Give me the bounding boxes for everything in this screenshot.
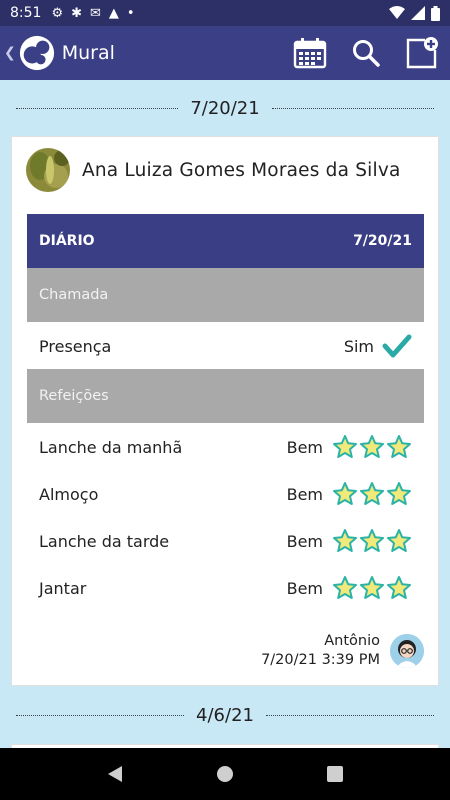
system-nav-bar [0,748,450,800]
status-bar: 8:51 ⚙ ✱ ✉ ▲ • [0,0,450,26]
home-circle-icon [217,766,233,782]
section-chamada: Chamada [27,268,424,322]
section-label: Refeições [39,388,109,404]
meal-row: Lanche da tarde Bem [27,518,424,564]
star-icon [387,529,411,552]
star-icon [387,482,411,505]
attendance-row: Presença Sim [27,323,424,369]
nav-recents-button[interactable] [315,754,355,794]
status-time: 8:51 [10,5,42,21]
back-chevron-icon[interactable]: ❮ [4,45,16,61]
star-icon [387,435,411,458]
diary-header: DIÁRIO 7/20/21 [27,214,424,268]
gear-icon: ⚙ [51,5,64,21]
meal-rating [331,434,412,460]
battery-icon [431,5,440,21]
post-footer: Antônio 7/20/21 3:39 PM [261,632,424,670]
meal-value: Bem [286,531,323,551]
section-refeicoes: Refeições [27,369,424,423]
calendar-icon [293,38,327,69]
meal-value: Bem [286,437,323,457]
meal-row: Lanche da manhã Bem [27,424,424,470]
new-post-icon [406,37,438,69]
meal-rating [331,481,412,507]
star-icon [360,435,384,458]
search-icon [353,40,380,67]
diary-date: 7/20/21 [353,233,412,249]
date-separator-label: 4/6/21 [196,704,254,726]
star-icon [360,529,384,552]
star-icon [360,482,384,505]
meal-value: Bem [286,484,323,504]
new-post-button[interactable] [394,26,450,80]
student-avatar [26,148,70,192]
meal-label: Lanche da manhã [39,437,183,457]
dot-icon: • [126,5,135,21]
diary-title: DIÁRIO [39,233,95,249]
search-button[interactable] [338,26,394,80]
nav-back-button[interactable] [95,754,135,794]
nav-home-button[interactable] [205,754,245,794]
post-timestamp: 7/20/21 3:39 PM [261,652,380,668]
author-avatar [390,634,424,668]
app-bar: ❮ Mural [0,26,450,80]
author-name: Antônio [324,633,380,649]
attendance-value: Sim [343,336,374,356]
accessibility-icon: ✱ [71,5,83,21]
meal-row: Jantar Bem [27,565,424,611]
app-logo-icon[interactable] [18,34,56,72]
date-separator-label: 7/20/21 [190,97,260,119]
signal-icon [411,6,425,20]
meal-label: Lanche da tarde [39,531,170,551]
meal-rating [331,575,412,601]
meal-row: Almoço Bem [27,471,424,517]
calendar-button[interactable] [282,26,338,80]
card-header: Ana Luiza Gomes Moraes da Silva [26,147,401,193]
attendance-label: Presença [39,336,112,356]
star-icon [333,529,357,552]
section-label: Chamada [39,287,109,303]
recents-square-icon [327,766,343,782]
gmail-icon: ✉ [90,5,101,21]
check-icon [382,334,412,358]
diary-card[interactable]: Ana Luiza Gomes Moraes da Silva DIÁRIO 7… [11,136,439,686]
star-icon [387,576,411,599]
meal-label: Jantar [39,578,87,598]
meal-rating [331,528,412,554]
meal-value: Bem [286,578,323,598]
date-separator: 7/20/21 [16,96,435,120]
meal-label: Almoço [39,484,99,504]
back-triangle-icon [108,766,122,782]
star-icon [333,576,357,599]
page-title: Mural [61,42,115,64]
star-icon [333,435,357,458]
wifi-icon [389,6,405,19]
date-separator: 4/6/21 [16,703,434,727]
star-icon [360,576,384,599]
star-icon [333,482,357,505]
student-name: Ana Luiza Gomes Moraes da Silva [82,159,401,181]
drive-icon: ▲ [108,5,119,21]
